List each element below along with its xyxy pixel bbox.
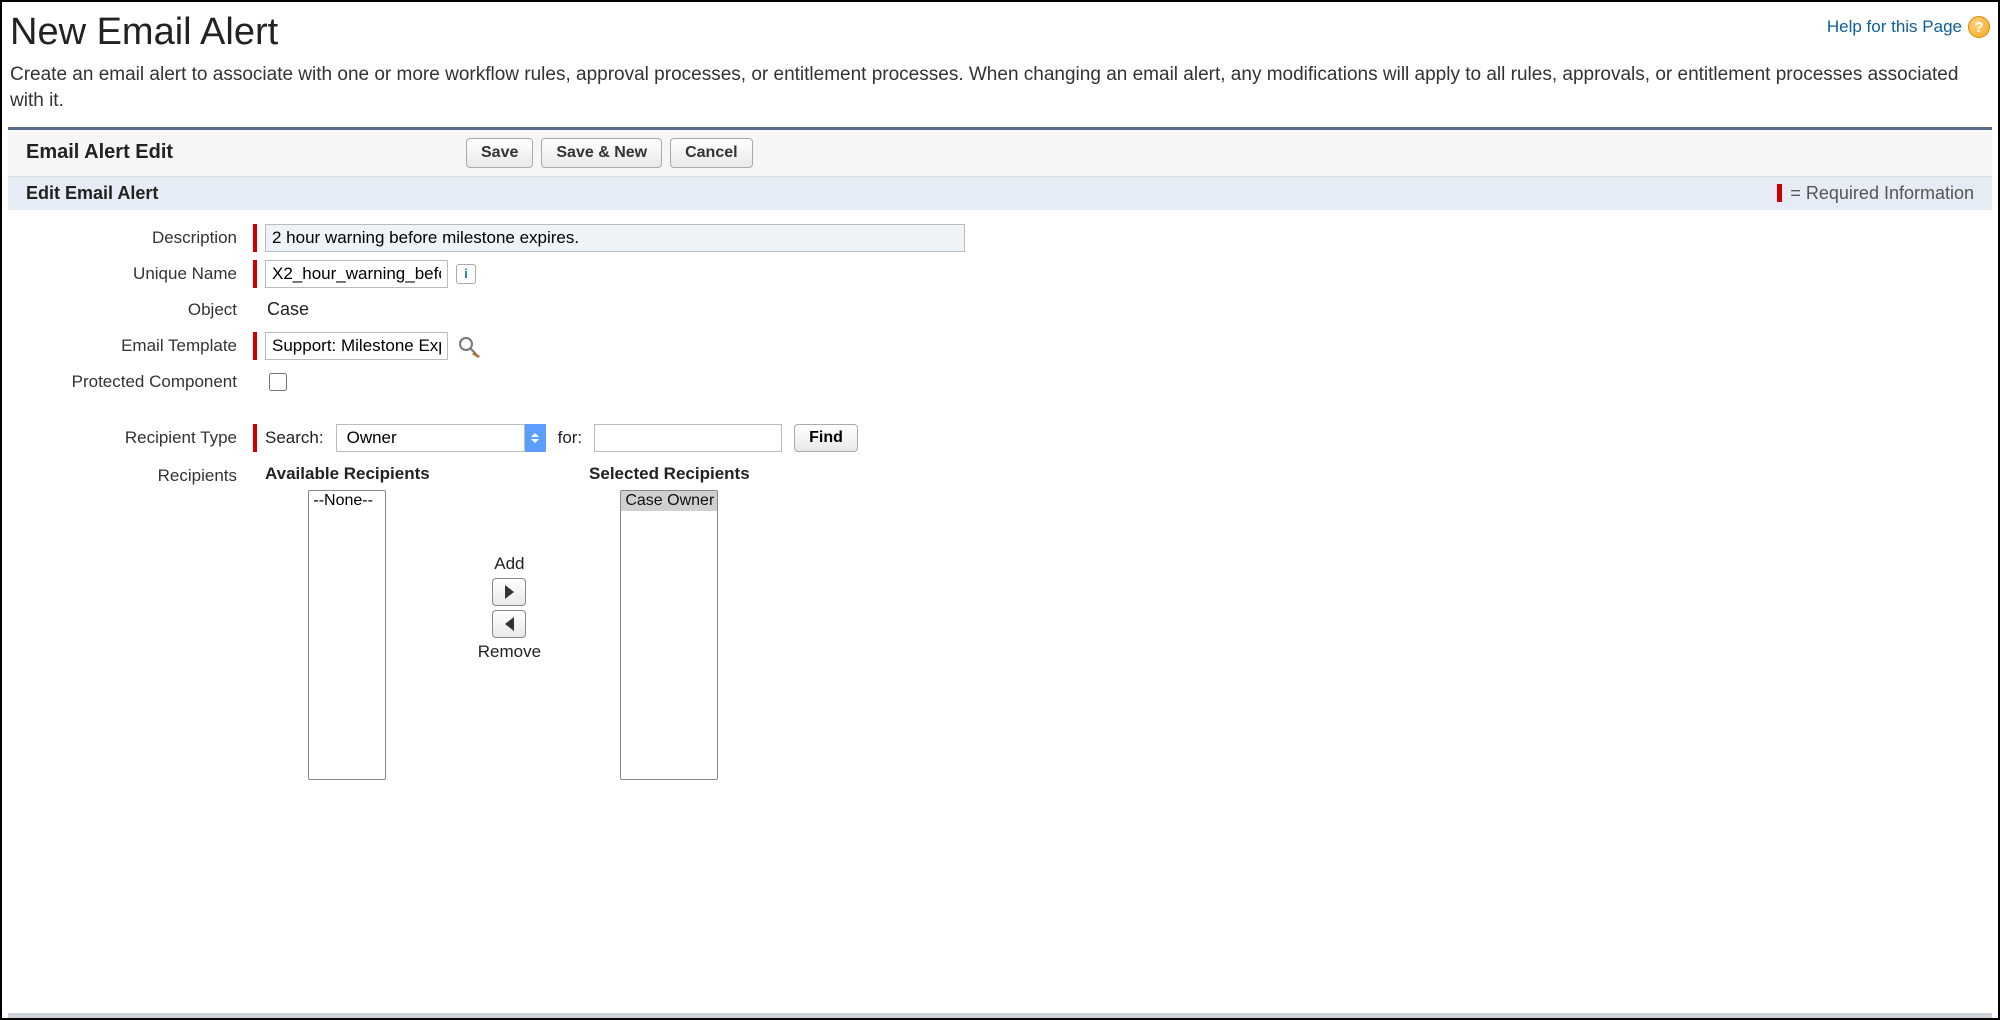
recipient-type-label: Recipient Type <box>8 428 253 448</box>
recipient-search-input[interactable] <box>594 424 782 452</box>
object-value: Case <box>265 299 309 320</box>
unique-name-label: Unique Name <box>8 264 253 284</box>
available-recipients-label: Available Recipients <box>265 464 430 484</box>
info-icon[interactable]: i <box>456 264 476 284</box>
protected-component-checkbox[interactable] <box>269 373 287 391</box>
panel-bottom-border <box>8 1013 1992 1018</box>
email-template-label: Email Template <box>8 336 253 356</box>
remove-button[interactable] <box>492 610 526 638</box>
protected-component-label: Protected Component <box>8 372 253 392</box>
find-button[interactable]: Find <box>794 424 858 452</box>
email-template-input[interactable] <box>265 332 448 360</box>
recipients-label: Recipients <box>8 460 253 486</box>
required-mark-icon <box>253 224 257 252</box>
for-label: for: <box>558 428 583 448</box>
description-input[interactable] <box>265 224 965 252</box>
required-mark-icon <box>253 424 257 452</box>
lookup-icon[interactable] <box>456 334 482 358</box>
remove-label: Remove <box>478 642 541 662</box>
section-title: Edit Email Alert <box>26 183 158 204</box>
required-mark-icon <box>253 332 257 360</box>
save-button[interactable]: Save <box>466 138 533 168</box>
required-mark-icon <box>253 260 257 288</box>
description-label: Description <box>8 228 253 248</box>
add-label: Add <box>494 554 524 574</box>
arrow-left-icon <box>505 617 514 631</box>
object-label: Object <box>8 300 253 320</box>
save-and-new-button[interactable]: Save & New <box>541 138 662 168</box>
required-legend-text: = Required Information <box>1790 183 1974 204</box>
recipient-type-select[interactable]: Owner <box>336 424 546 452</box>
unique-name-input[interactable] <box>265 260 448 288</box>
arrow-right-icon <box>505 585 514 599</box>
help-icon[interactable]: ? <box>1968 16 1990 38</box>
available-recipients-list[interactable]: --None-- <box>308 490 386 780</box>
panel-title: Email Alert Edit <box>26 141 466 164</box>
selected-recipients-list[interactable]: Case Owner <box>620 490 718 780</box>
list-item[interactable]: --None-- <box>309 491 385 511</box>
search-label: Search: <box>265 428 324 448</box>
list-item[interactable]: Case Owner <box>621 491 717 511</box>
cancel-button[interactable]: Cancel <box>670 138 752 168</box>
required-legend: = Required Information <box>1777 183 1974 204</box>
page-title: New Email Alert <box>10 10 278 56</box>
add-button[interactable] <box>492 578 526 606</box>
required-mark-icon <box>1777 184 1782 202</box>
help-link[interactable]: Help for this Page <box>1827 17 1962 37</box>
selected-recipients-label: Selected Recipients <box>589 464 750 484</box>
intro-description: Create an email alert to associate with … <box>2 56 1998 127</box>
